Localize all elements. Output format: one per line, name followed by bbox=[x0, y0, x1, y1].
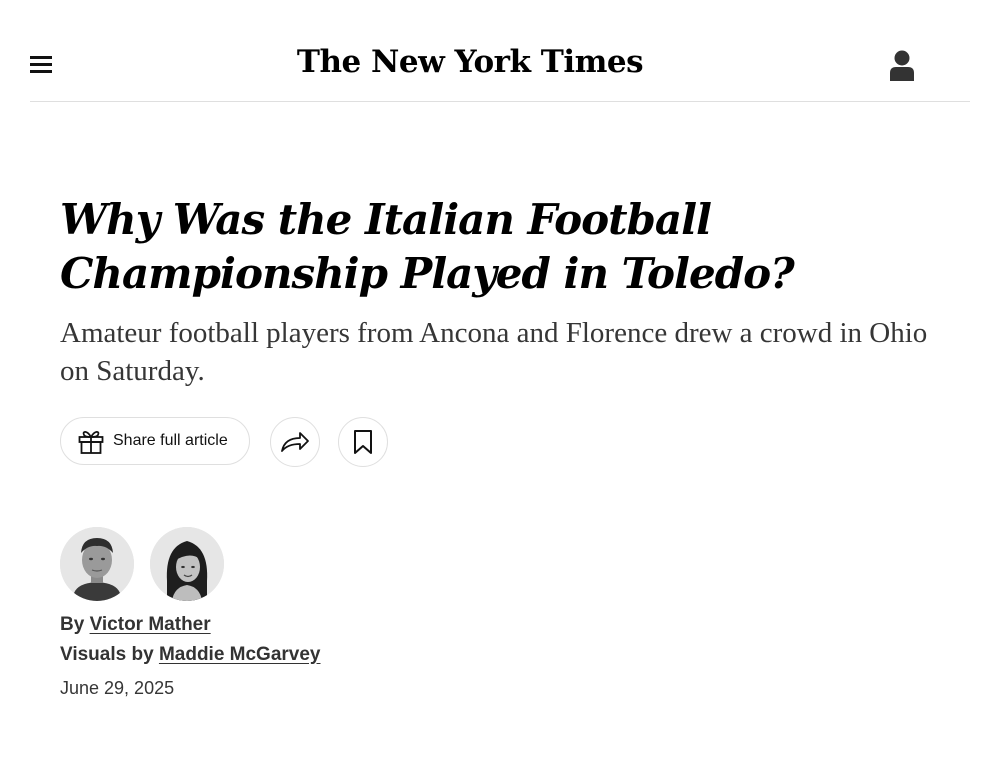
publish-date: June 29, 2025 bbox=[60, 678, 175, 698]
visuals-byline-prefix: Visuals by bbox=[60, 644, 154, 665]
visuals-byline: Visuals by Maddie McGarvey bbox=[60, 644, 321, 666]
article-summary: Amateur football players from Ancona and… bbox=[60, 317, 928, 387]
bookmark-icon bbox=[354, 430, 372, 454]
share-button[interactable] bbox=[270, 417, 320, 467]
share-button-label: Share full article bbox=[113, 432, 228, 449]
nyt-logo[interactable]: The New York Times bbox=[250, 44, 690, 80]
share-full-article-button[interactable]: Share full article bbox=[60, 417, 250, 465]
gift-icon bbox=[78, 430, 104, 454]
author-avatar-victor-mather[interactable] bbox=[60, 527, 134, 601]
byline-prefix: By bbox=[60, 614, 85, 635]
visuals-author-link[interactable]: Maddie McGarvey bbox=[159, 644, 321, 665]
byline: By Victor Mather bbox=[60, 614, 211, 636]
share-arrow-icon bbox=[281, 432, 309, 452]
visuals-author-avatar-maddie-mcgarvey[interactable] bbox=[150, 527, 224, 601]
author-link[interactable]: Victor Mather bbox=[90, 614, 211, 635]
save-button[interactable] bbox=[338, 417, 388, 467]
article-headline: Why Was the Italian Football Championshi… bbox=[60, 195, 795, 298]
person-icon[interactable] bbox=[889, 50, 915, 82]
hamburger-menu-icon[interactable] bbox=[30, 56, 52, 76]
